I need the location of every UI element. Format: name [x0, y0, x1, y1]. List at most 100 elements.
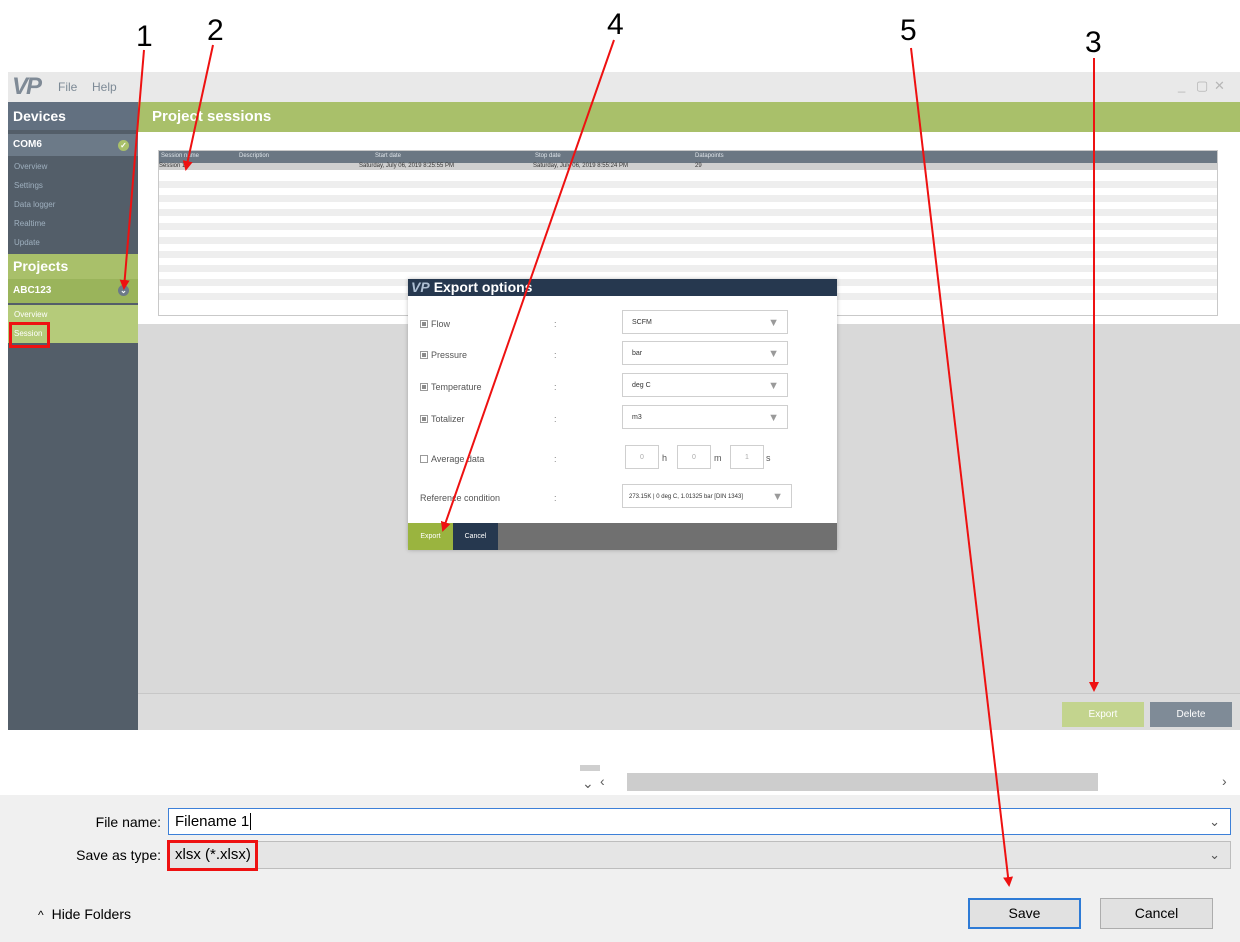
export-options-dialog: VP Export options Flow : SCFM ▼ Pressure :… — [408, 279, 837, 550]
sidebar-item-settings[interactable]: Settings — [8, 176, 138, 195]
column-header-description[interactable]: Description — [239, 153, 269, 159]
option-label: Totalizer — [431, 414, 465, 424]
checkbox-icon[interactable] — [420, 351, 428, 359]
chevron-down-icon[interactable]: ⌄ — [118, 285, 129, 296]
action-bar: Export Delete — [138, 693, 1240, 730]
colon: : — [554, 454, 557, 464]
checkbox-icon[interactable] — [420, 383, 428, 391]
sidebar-device-com6[interactable]: COM6 ✓ — [8, 134, 138, 156]
pressure-unit-select[interactable]: bar ▼ — [622, 341, 788, 365]
sidebar-item-data-logger[interactable]: Data logger — [8, 195, 138, 214]
cell-stop-date: Saturday, July 06, 2019 8:55:24 PM — [533, 163, 628, 169]
dialog-title-bar: VP Export options — [408, 279, 837, 296]
select-value: deg C — [632, 382, 651, 389]
minimize-icon[interactable]: _ — [1178, 78, 1185, 93]
option-temperature[interactable]: Temperature — [420, 382, 482, 392]
select-value: 273.15K | 0 deg C, 1.01325 bar [DIN 1343… — [629, 494, 743, 500]
callout-1: 1 — [136, 20, 153, 53]
sidebar-item-realtime[interactable]: Realtime — [8, 214, 138, 233]
sidebar: Devices COM6 ✓ Overview Settings Data lo… — [8, 102, 138, 730]
export-button[interactable]: Export — [1062, 702, 1144, 727]
text-cursor — [250, 813, 252, 830]
menu-bar: VP File Help _ ▢ ✕ — [8, 72, 1240, 102]
option-label: Pressure — [431, 350, 468, 360]
table-row-empty — [159, 237, 1217, 244]
chevron-down-icon[interactable]: ⌄ — [1209, 842, 1220, 868]
cell-session-name: Session 1 — [159, 163, 186, 169]
totalizer-unit-select[interactable]: m3 ▼ — [622, 405, 788, 429]
column-header-session-name[interactable]: Session name — [161, 153, 199, 159]
dropdown-arrow-icon[interactable]: ▼ — [768, 342, 779, 366]
option-label: Flow — [431, 319, 451, 329]
colon: : — [554, 493, 557, 503]
dropdown-arrow-icon[interactable]: ▼ — [768, 311, 779, 335]
horizontal-scrollbar[interactable] — [627, 773, 1098, 791]
cancel-button[interactable]: Cancel — [1100, 898, 1213, 929]
project-name: ABC123 — [13, 285, 52, 296]
table-row[interactable]: Session 1 Saturday, July 06, 2019 8:25:5… — [159, 163, 1217, 170]
close-icon[interactable]: ✕ — [1214, 78, 1225, 94]
reference-condition-label: Reference condition — [420, 493, 501, 503]
option-totalizer[interactable]: Totalizer — [420, 414, 465, 424]
device-name: COM6 — [13, 139, 42, 150]
minutes-spinner[interactable]: 0 — [677, 445, 711, 469]
dropdown-arrow-icon[interactable]: ▼ — [772, 485, 783, 509]
delete-button[interactable]: Delete — [1150, 702, 1232, 727]
sidebar-item-overview[interactable]: Overview — [8, 157, 138, 176]
option-label: Temperature — [431, 382, 482, 392]
app-logo: VP — [12, 73, 42, 100]
hide-folders-toggle[interactable]: ^ Hide Folders — [38, 906, 131, 922]
dialog-export-button[interactable]: Export — [408, 523, 453, 550]
option-average-data[interactable]: Average data — [420, 454, 484, 464]
callout-3: 3 — [1085, 26, 1102, 59]
file-name-input[interactable]: Filename 1 ⌄ — [168, 808, 1231, 835]
table-header: Session name Description Start date Stop… — [159, 151, 1217, 163]
dropdown-arrow-icon[interactable]: ▼ — [768, 374, 779, 398]
seconds-unit: s — [766, 453, 771, 463]
menu-file[interactable]: File — [58, 80, 77, 94]
flow-unit-select[interactable]: SCFM ▼ — [622, 310, 788, 334]
scroll-left-icon[interactable]: ‹ — [600, 773, 605, 789]
chevron-down-icon[interactable]: ⌄ — [582, 775, 594, 792]
checkbox-icon[interactable] — [420, 415, 428, 423]
table-row-empty — [159, 265, 1217, 272]
checkbox-icon[interactable] — [420, 320, 428, 328]
hours-spinner[interactable]: 0 — [625, 445, 659, 469]
checkbox-icon[interactable] — [420, 455, 428, 463]
dialog-title: Export options — [433, 279, 533, 295]
file-name-value: Filename 1 — [175, 813, 250, 830]
select-value: bar — [632, 350, 643, 357]
scroll-thumb[interactable] — [580, 765, 600, 771]
option-flow[interactable]: Flow — [420, 319, 450, 329]
highlight-box-save-type — [167, 840, 258, 871]
seconds-spinner[interactable]: 1 — [730, 445, 764, 469]
dialog-logo: VP — [411, 279, 430, 295]
sidebar-item-update[interactable]: Update — [8, 233, 138, 252]
hide-folders-label: Hide Folders — [51, 906, 132, 922]
sidebar-project-abc123[interactable]: ABC123 ⌄ — [8, 279, 138, 303]
colon: : — [554, 350, 557, 360]
reference-condition-select[interactable]: 273.15K | 0 deg C, 1.01325 bar [DIN 1343… — [622, 484, 792, 508]
save-button[interactable]: Save — [968, 898, 1081, 929]
colon: : — [554, 414, 557, 424]
save-type-label: Save as type: — [76, 847, 161, 863]
column-header-datapoints[interactable]: Datapoints — [695, 153, 724, 159]
temperature-unit-select[interactable]: deg C ▼ — [622, 373, 788, 397]
select-value: m3 — [632, 414, 642, 421]
menu-help[interactable]: Help — [92, 80, 117, 94]
check-icon: ✓ — [118, 140, 129, 151]
chevron-up-icon: ^ — [38, 908, 44, 922]
cell-datapoints: 29 — [695, 163, 702, 169]
maximize-icon[interactable]: ▢ — [1196, 78, 1208, 94]
column-header-start-date[interactable]: Start date — [375, 153, 401, 159]
select-value: SCFM — [632, 319, 652, 326]
callout-4: 4 — [607, 8, 624, 41]
dropdown-arrow-icon[interactable]: ▼ — [768, 406, 779, 430]
option-pressure[interactable]: Pressure — [420, 350, 467, 360]
hours-unit: h — [662, 453, 668, 463]
save-type-select[interactable]: xlsx (*.xlsx) ⌄ — [168, 841, 1231, 869]
dialog-cancel-button[interactable]: Cancel — [453, 523, 498, 550]
chevron-down-icon[interactable]: ⌄ — [1209, 809, 1220, 834]
column-header-stop-date[interactable]: Stop date — [535, 153, 561, 159]
scroll-right-icon[interactable]: › — [1222, 773, 1227, 789]
